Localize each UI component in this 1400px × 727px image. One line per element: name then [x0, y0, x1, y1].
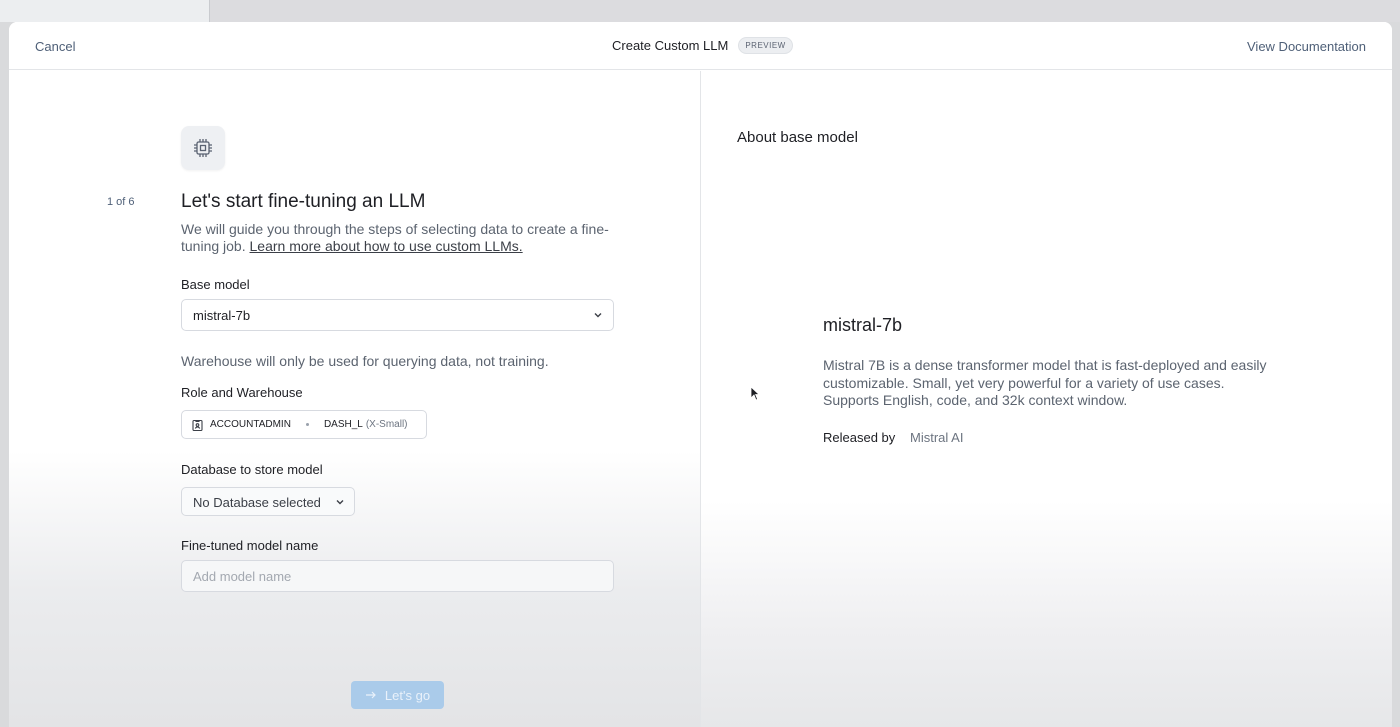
role-warehouse-selector[interactable]: ACCOUNTADMIN DASH_L (X-Small)	[181, 410, 427, 439]
chip-icon	[181, 126, 225, 170]
wizard-panel: 1 of 6 Let's start fine-tuning an LLM We…	[9, 71, 700, 727]
modal-title: Create Custom LLM	[612, 38, 729, 53]
role-badge-icon	[192, 419, 203, 431]
database-select[interactable]: No Database selected	[181, 487, 355, 516]
chevron-down-icon	[336, 500, 344, 505]
background-sidebar	[0, 0, 210, 22]
model-name-input[interactable]	[181, 560, 614, 592]
wizard-title: Let's start fine-tuning an LLM	[181, 191, 426, 212]
base-model-value: mistral-7b	[193, 308, 251, 323]
preview-badge: PREVIEW	[738, 37, 793, 54]
role-name: ACCOUNTADMIN	[210, 419, 291, 430]
separator-dot	[305, 423, 309, 426]
about-model-name: mistral-7b	[823, 315, 903, 335]
base-model-select[interactable]: mistral-7b	[181, 299, 614, 331]
model-name-label: Fine-tuned model name	[181, 538, 319, 553]
view-documentation-link[interactable]: View Documentation	[1247, 39, 1366, 54]
chevron-down-icon	[594, 313, 602, 318]
warehouse-size: (X-Small)	[365, 419, 408, 430]
about-model-description: Mistral 7B is a dense transformer model …	[823, 357, 1267, 408]
lets-go-label: Let's go	[384, 687, 431, 703]
warehouse-note: Warehouse will only be used for querying…	[181, 353, 549, 369]
create-custom-llm-modal: Cancel Create Custom LLM PREVIEW View Do…	[9, 22, 1392, 727]
learn-more-link[interactable]: Learn more about how to use custom LLMs.	[250, 238, 523, 254]
role-warehouse-label: Role and Warehouse	[181, 385, 303, 400]
step-counter: 1 of 6	[107, 196, 135, 208]
database-label: Database to store model	[181, 462, 323, 477]
wizard-description: We will guide you through the steps of s…	[181, 221, 621, 255]
released-by-value: Mistral AI	[910, 430, 964, 445]
arrow-right-icon	[365, 691, 376, 699]
base-model-label: Base model	[181, 277, 250, 292]
about-heading: About base model	[737, 129, 858, 146]
lets-go-button[interactable]: Let's go	[351, 681, 444, 709]
database-value: No Database selected	[193, 495, 321, 510]
warehouse-name: DASH_L	[323, 419, 363, 430]
modal-header: Cancel Create Custom LLM PREVIEW View Do…	[9, 22, 1392, 70]
about-panel: About base model mistral-7b Mistral 7B i…	[701, 71, 1392, 727]
released-by-label: Released by	[823, 430, 896, 445]
background-app-bar	[0, 0, 1400, 22]
modal-title-group: Create Custom LLM PREVIEW	[612, 37, 793, 54]
mouse-cursor-icon	[750, 386, 760, 401]
cancel-button[interactable]: Cancel	[35, 39, 75, 54]
